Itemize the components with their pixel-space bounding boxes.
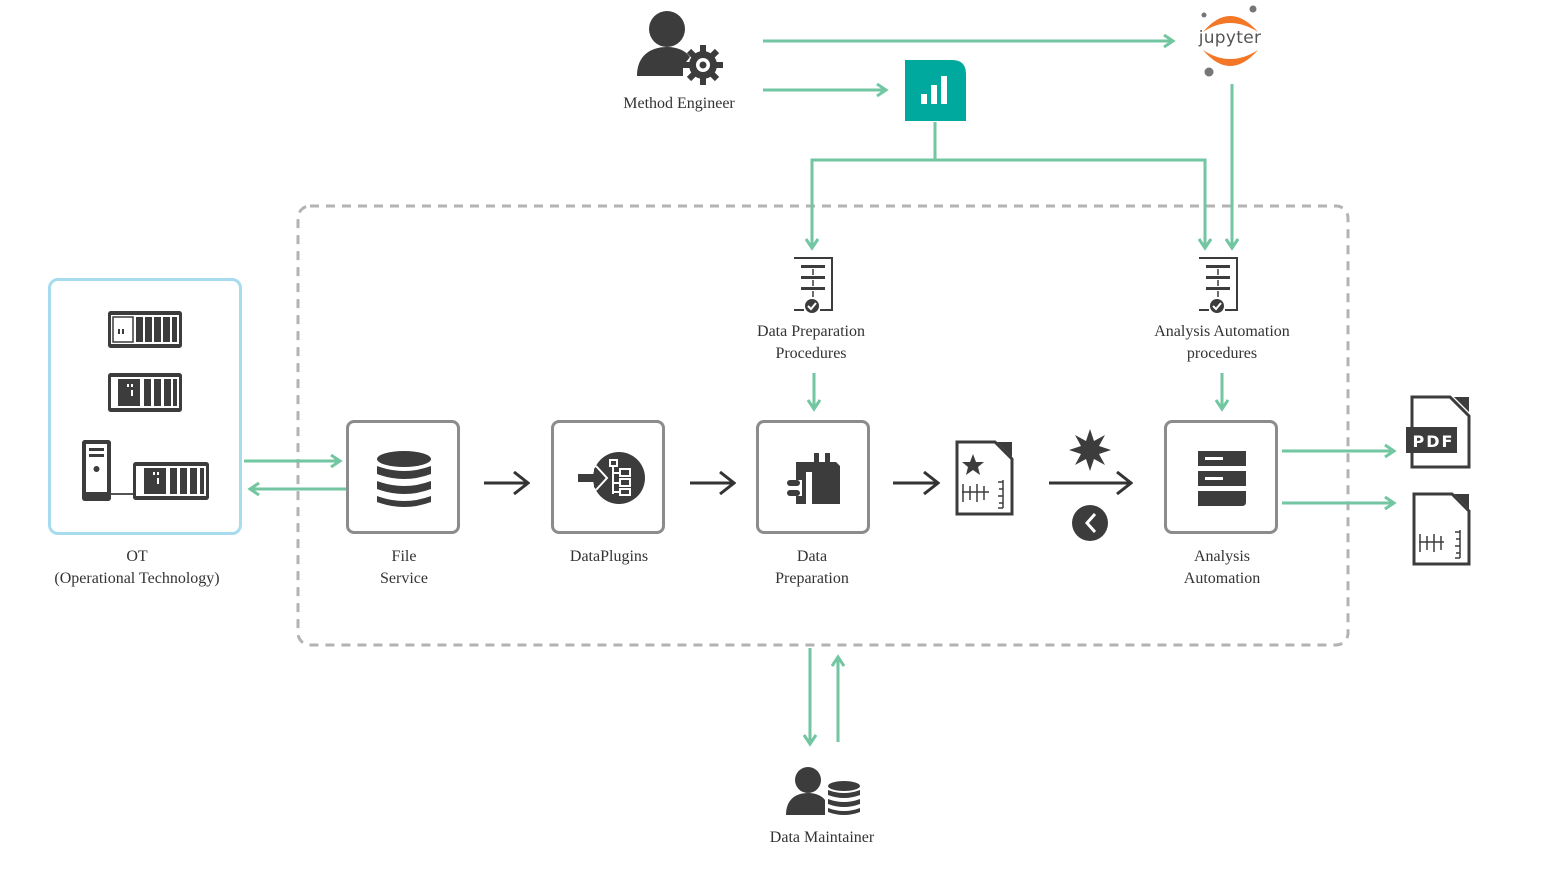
user-database-icon (786, 767, 860, 815)
ot-label: OT (Operational Technology) (54, 546, 219, 590)
ot-subtitle: (Operational Technology) (54, 570, 220, 587)
node-file-service[interactable] (346, 420, 460, 534)
label-line-1: DataPlugins (569, 548, 649, 565)
ot-system-box[interactable] (48, 278, 242, 535)
label-line-2: Preparation (775, 570, 849, 587)
label-line-2: procedures (1186, 345, 1258, 362)
file-service-label: File Service (380, 546, 428, 590)
data-preparation-label: Data Preparation (775, 546, 849, 590)
clock-icon (1072, 505, 1108, 541)
data-file-icon[interactable] (1412, 492, 1471, 566)
user-gear-icon (637, 11, 723, 85)
label-line-1: Analysis (1194, 548, 1250, 565)
green-flows (244, 41, 1394, 744)
starred-data-file-icon (955, 440, 1014, 516)
method-engineer-label: Method Engineer (623, 95, 735, 112)
node-dataplugins[interactable] (551, 420, 665, 534)
node-analysis-automation[interactable] (1164, 420, 1278, 534)
flow-app-to-analysis-procedures (935, 158, 1205, 248)
procedure-document-icon (1199, 257, 1238, 313)
label-line-1: Data (796, 548, 828, 565)
dataplugins-label: DataPlugins (570, 546, 648, 568)
node-data-preparation[interactable] (756, 420, 870, 534)
procedure-document-icon (794, 257, 833, 313)
label-line-2: Service (380, 570, 428, 587)
data-prep-procedures-label: Data Preparation Procedures (757, 321, 865, 365)
label-line-1: File (391, 548, 417, 565)
data-maintainer-label: Data Maintainer (769, 829, 875, 846)
bar-chart-app-icon[interactable] (905, 60, 966, 121)
label-line-1: Analysis Automation (1154, 323, 1290, 340)
flow-app-to-procedures (812, 122, 937, 248)
event-burst-icon (1069, 429, 1111, 471)
pdf-label: PDF (1412, 432, 1455, 451)
label-line-2: Procedures (775, 345, 847, 362)
ot-title: OT (126, 548, 148, 565)
analysis-procedures-label: Analysis Automation procedures (1154, 321, 1290, 365)
label-line-2: Automation (1183, 570, 1261, 587)
analysis-automation-label: Analysis Automation (1184, 546, 1260, 590)
jupyter-wordmark: jupyter (1198, 28, 1262, 48)
label-line-1: Data Preparation (757, 323, 865, 340)
